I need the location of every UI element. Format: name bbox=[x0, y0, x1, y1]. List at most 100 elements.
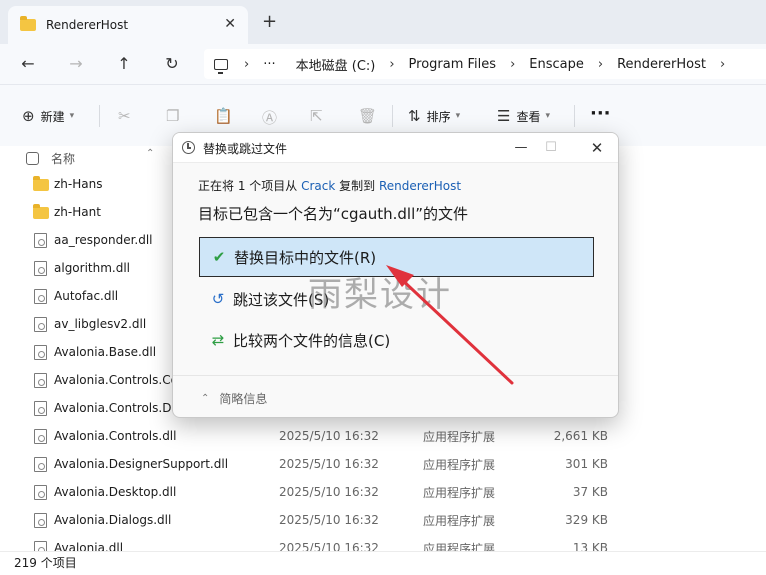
breadcrumb-separator: › bbox=[389, 56, 395, 72]
view-list-icon: ☰ bbox=[497, 107, 511, 125]
compare-icon: ⇄ bbox=[211, 331, 225, 349]
folder-icon bbox=[33, 176, 49, 191]
column-header-name[interactable]: 名称 ⌃ bbox=[26, 148, 154, 167]
paste-icon: 📋 bbox=[214, 107, 233, 125]
maximize-icon[interactable]: ☐ bbox=[539, 137, 563, 159]
share-button[interactable]: ⇱ bbox=[310, 107, 329, 125]
up-icon[interactable]: ↑ bbox=[114, 54, 134, 74]
compare-files-option[interactable]: ⇄ 比较两个文件的信息(C) bbox=[199, 320, 594, 360]
refresh-icon[interactable]: ↻ bbox=[162, 54, 182, 74]
computer-icon bbox=[214, 58, 228, 74]
more-options-button[interactable]: ··· bbox=[590, 103, 611, 124]
file-size: 2,661 KB bbox=[553, 429, 608, 443]
add-circle-icon: ⊕ bbox=[22, 107, 35, 125]
paste-button[interactable]: 📋 bbox=[214, 107, 239, 125]
dll-file-icon bbox=[34, 429, 47, 444]
copy-icon: ❐ bbox=[166, 107, 180, 125]
delete-button[interactable]: 🗑 bbox=[358, 107, 383, 125]
file-name: Autofac.dll bbox=[54, 289, 119, 303]
new-label: 新建 bbox=[40, 109, 65, 124]
forward-icon[interactable]: → bbox=[66, 54, 86, 74]
breadcrumb-separator: › bbox=[597, 56, 604, 72]
view-button[interactable]: ☰ 查看 ▾ bbox=[497, 107, 550, 125]
item-count: 219 个项目 bbox=[14, 556, 77, 570]
dll-file-icon bbox=[34, 317, 47, 332]
file-name: Avalonia.Dialogs.dll bbox=[54, 513, 172, 527]
back-icon[interactable]: ← bbox=[18, 54, 38, 74]
watermark-text: 雨梨设计 bbox=[308, 275, 452, 315]
file-row[interactable]: Avalonia.DesignerSupport.dll 2025/5/10 16… bbox=[0, 450, 766, 478]
file-name: algorithm.dll bbox=[54, 261, 131, 275]
folder-icon bbox=[20, 16, 36, 31]
file-type: 应用程序扩展 bbox=[423, 513, 496, 528]
rename-button[interactable]: Ⓐ bbox=[262, 107, 283, 128]
chevron-down-icon: ▾ bbox=[69, 111, 75, 121]
file-name: Avalonia.DesignerSupport.dll bbox=[54, 457, 229, 471]
tab-title: RendererHost bbox=[46, 18, 129, 32]
file-type: 应用程序扩展 bbox=[423, 429, 496, 444]
sort-up-icon: ⌃ bbox=[146, 148, 155, 159]
breadcrumb-rendererhost[interactable]: RendererHost bbox=[617, 57, 706, 72]
address-bar[interactable]: › ··· 本地磁盘 (C:) › Program Files › Enscap… bbox=[204, 49, 766, 79]
file-size: 301 KB bbox=[565, 457, 608, 471]
breadcrumb-local-disk[interactable]: 本地磁盘 (C:) bbox=[296, 55, 376, 74]
conflict-message: 目标已包含一个名为“cgauth.dll”的文件 bbox=[198, 205, 469, 223]
new-tab-icon[interactable]: + bbox=[262, 13, 277, 31]
compare-option-label: 比较两个文件的信息(C) bbox=[233, 331, 391, 350]
view-label: 查看 bbox=[516, 109, 541, 124]
breadcrumb-more[interactable]: ··· bbox=[263, 57, 275, 72]
file-name: Avalonia.Base.dll bbox=[54, 345, 157, 359]
select-all-checkbox[interactable] bbox=[26, 152, 39, 165]
close-tab-icon[interactable]: ✕ bbox=[224, 16, 236, 32]
dll-file-icon bbox=[34, 373, 47, 388]
status-bar: 219 个项目 bbox=[0, 551, 766, 575]
file-name: zh-Hans bbox=[54, 177, 103, 191]
dll-file-icon bbox=[34, 457, 47, 472]
dll-file-icon bbox=[34, 345, 47, 360]
close-icon[interactable]: ✕ bbox=[585, 137, 609, 159]
file-date: 2025/5/10 16:32 bbox=[279, 541, 379, 551]
file-name: Avalonia.Controls.Da bbox=[54, 401, 179, 415]
dll-file-icon bbox=[34, 485, 47, 500]
copy-button[interactable]: ❐ bbox=[166, 107, 185, 125]
trash-icon: 🗑 bbox=[358, 107, 378, 125]
file-row[interactable]: Avalonia.Desktop.dll 2025/5/10 16:32 应用程序扩… bbox=[0, 478, 766, 506]
dll-file-icon bbox=[34, 401, 47, 416]
tab-rendererhost[interactable]: RendererHost ✕ bbox=[8, 6, 248, 44]
new-button[interactable]: ⊕ 新建 ▾ bbox=[22, 107, 74, 125]
navigation-bar: ← → ↑ ↻ › ··· 本地磁盘 (C:) › Program Files … bbox=[0, 44, 766, 84]
skip-arrow-icon: ↺ bbox=[211, 290, 225, 308]
file-size: 13 KB bbox=[572, 541, 608, 551]
file-row[interactable]: Avalonia.dll 2025/5/10 16:32 应用程序扩展 13 KB bbox=[0, 534, 766, 551]
column-name-label: 名称 bbox=[51, 152, 76, 166]
file-row[interactable]: Avalonia.Controls.dll 2025/5/10 16:32 应用程序… bbox=[0, 422, 766, 450]
folder-icon bbox=[33, 204, 49, 219]
divider bbox=[392, 105, 393, 127]
file-row[interactable]: Avalonia.Dialogs.dll 2025/5/10 16:32 应用程序扩… bbox=[0, 506, 766, 534]
breadcrumb-program-files[interactable]: Program Files bbox=[409, 57, 497, 72]
fewer-details-button[interactable]: ⌃ 简略信息 bbox=[201, 390, 267, 407]
breadcrumb-separator: › bbox=[244, 56, 250, 72]
dll-file-icon bbox=[34, 233, 47, 248]
source-folder-link[interactable]: Crack bbox=[301, 179, 335, 193]
destination-folder-link[interactable]: RendererHost bbox=[379, 179, 461, 193]
file-type: 应用程序扩展 bbox=[423, 541, 496, 552]
file-date: 2025/5/10 16:32 bbox=[279, 513, 379, 527]
fewer-details-label: 简略信息 bbox=[219, 392, 268, 406]
chevron-up-icon: ⌃ bbox=[201, 393, 210, 404]
file-name: Avalonia.Controls.Co bbox=[54, 373, 178, 387]
minimize-icon[interactable]: — bbox=[509, 137, 533, 159]
chevron-down-icon: ▾ bbox=[455, 111, 461, 121]
file-name: Avalonia.Desktop.dll bbox=[54, 485, 177, 499]
cut-button[interactable]: ✂ bbox=[118, 107, 137, 125]
breadcrumb-enscape[interactable]: Enscape bbox=[529, 57, 584, 72]
file-type: 应用程序扩展 bbox=[423, 485, 496, 500]
dll-file-icon bbox=[34, 289, 47, 304]
divider bbox=[574, 105, 575, 127]
sort-button[interactable]: ⇅ 排序 ▾ bbox=[408, 107, 460, 125]
file-type: 应用程序扩展 bbox=[423, 457, 496, 472]
breadcrumb-separator: › bbox=[720, 56, 726, 72]
sort-label: 排序 bbox=[426, 109, 451, 124]
divider bbox=[99, 105, 100, 127]
file-name: Avalonia.Controls.dll bbox=[54, 429, 177, 443]
